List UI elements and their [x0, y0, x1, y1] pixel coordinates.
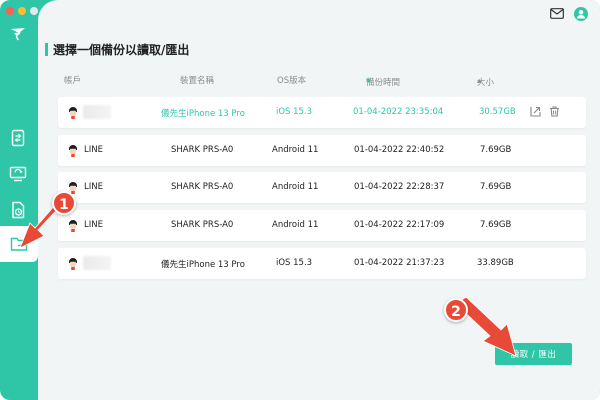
device-name: SHARK PRS-A0 [171, 182, 234, 192]
device-name: 儀先生iPhone 13 Pro [161, 109, 245, 119]
avatar-icon [69, 107, 77, 119]
sort-down-icon: ▾ [366, 76, 371, 86]
minimize-window-button[interactable] [18, 7, 26, 15]
backup-size: 7.69GB [480, 145, 512, 155]
avatar-icon [69, 258, 77, 270]
device-name: 儀先生iPhone 13 Pro [161, 260, 245, 270]
sort-up-icon: ▴ [477, 76, 482, 86]
mail-icon[interactable] [550, 8, 564, 19]
device-sync-icon[interactable] [9, 165, 27, 183]
os-version: Android 11 [272, 220, 319, 230]
zoom-window-button[interactable] [30, 7, 38, 15]
backup-time: 01-04-2022 23:35:04 [353, 107, 444, 117]
column-header-device: 裝置名稱 [180, 76, 215, 86]
page-title: 選擇一個備份以讀取/匯出 [53, 43, 190, 57]
annotation-badge-2: 2 [444, 298, 468, 322]
backup-size: 7.69GB [480, 182, 512, 192]
device-name: SHARK PRS-A0 [171, 145, 234, 155]
phone-transfer-icon[interactable] [9, 129, 27, 147]
column-header-account: 帳戶 [64, 76, 82, 86]
backup-time: 01-04-2022 22:28:37 [354, 182, 445, 192]
table-row[interactable]: LINE SHARK PRS-A0 Android 11 01-04-2022 … [58, 135, 586, 166]
annotation-badge-1: 1 [52, 191, 76, 215]
user-silhouette-icon [576, 9, 586, 19]
backup-time: 01-04-2022 22:40:52 [354, 145, 445, 155]
table-row[interactable]: LINE SHARK PRS-A0 Android 11 01-04-2022 … [58, 210, 586, 241]
export-icon[interactable] [530, 106, 541, 117]
os-version: Android 11 [272, 145, 319, 155]
column-header-time-label: 備份時間 [366, 78, 401, 88]
backup-size: 33.89GB [477, 258, 514, 268]
device-name: SHARK PRS-A0 [171, 220, 234, 230]
account-name: LINE [84, 220, 103, 230]
backup-size: 7.69GB [480, 220, 512, 230]
blurred-account-name [83, 105, 111, 119]
os-version: iOS 15.3 [276, 258, 313, 268]
table-row[interactable]: LINE SHARK PRS-A0 Android 11 01-04-2022 … [58, 172, 586, 203]
account-name: LINE [84, 145, 103, 155]
backup-size: 30.57GB [479, 107, 516, 117]
table-header: 帳戶 裝置名稱 OS版本 備份時間 ▾ 大小 ▴ [58, 72, 586, 88]
account-name: LINE [84, 182, 103, 192]
app-logo-icon [11, 28, 25, 41]
backup-time: 01-04-2022 22:17:09 [354, 220, 445, 230]
table-row[interactable]: 儀先生iPhone 13 Pro iOS 15.3 01-04-2022 23:… [58, 97, 586, 128]
os-version: Android 11 [272, 182, 319, 192]
os-version: iOS 15.3 [276, 107, 313, 117]
close-window-button[interactable] [6, 7, 14, 15]
title-accent [45, 43, 48, 56]
user-icon[interactable] [574, 7, 588, 21]
avatar-icon [69, 145, 77, 157]
table-row[interactable]: 儀先生iPhone 13 Pro iOS 15.3 01-04-2022 21:… [58, 248, 586, 279]
trash-icon[interactable] [549, 106, 560, 117]
backup-time: 01-04-2022 21:37:23 [354, 258, 445, 268]
app-window: 選擇一個備份以讀取/匯出 帳戶 裝置名稱 OS版本 備份時間 ▾ 大小 ▴ 儀先… [0, 0, 600, 400]
window-controls [6, 7, 38, 15]
blurred-account-name [83, 256, 111, 270]
column-header-os: OS版本 [277, 76, 307, 86]
